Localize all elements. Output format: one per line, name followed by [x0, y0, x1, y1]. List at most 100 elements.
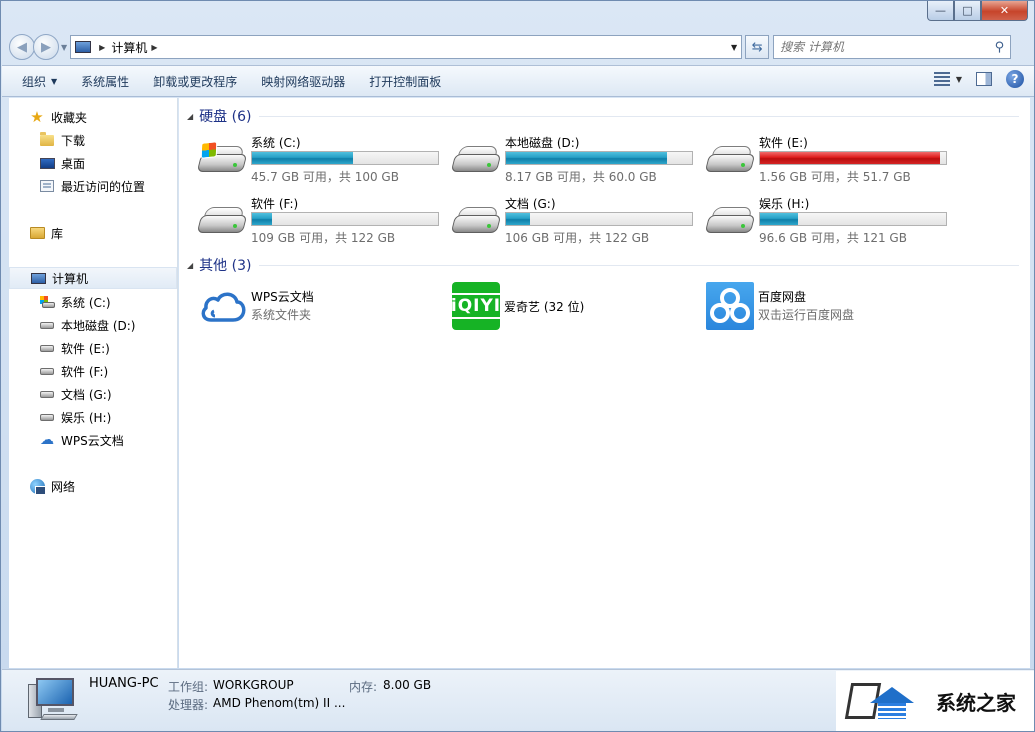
dropdown-arrow-icon: ▼ — [51, 76, 58, 86]
other-group-header[interactable]: ◢ 其他 (3) — [187, 255, 1019, 275]
nav-wps-cloud[interactable]: ☁ WPS云文档 — [9, 429, 124, 451]
explorer-window: — □ ✕ ◀ ▶ ▼ ▶ 计算机 ▶ ▼ ⇆ ⚲ 组织 ▼ 系统属性 卸载或更改… — [0, 0, 1035, 732]
nav-label: 库 — [51, 226, 64, 241]
search-icon[interactable]: ⚲ — [995, 40, 1005, 55]
wps-cloud-icon — [201, 292, 246, 322]
drive-tile-e[interactable]: 软件 (E:) 1.56 GB 可用，共 51.7 GB — [704, 134, 957, 186]
breadcrumb-chevron-icon[interactable]: ▶ — [151, 43, 157, 52]
item-name: WPS云文档 — [251, 290, 314, 304]
back-arrow-icon: ◀ — [17, 39, 27, 55]
drive-usage-bar — [759, 212, 947, 226]
address-history-dropdown[interactable]: ▼ — [731, 43, 737, 52]
recent-pages-dropdown[interactable]: ▼ — [61, 43, 67, 52]
download-folder-icon — [39, 131, 55, 148]
nav-downloads[interactable]: 下载 — [9, 129, 85, 151]
nav-drive-c[interactable]: 系统 (C:) — [9, 291, 111, 313]
system-drive-icon — [39, 294, 55, 310]
uninstall-program-button[interactable]: 卸载或更改程序 — [141, 69, 249, 93]
details-pane: HUANG-PC 工作组: WORKGROUP 内存: 8.00 GB 处理器:… — [2, 669, 1034, 731]
nav-label: 下载 — [61, 133, 86, 148]
watermark-logo — [844, 679, 936, 723]
nav-desktop[interactable]: 桌面 — [9, 152, 85, 174]
change-view-icon[interactable] — [933, 72, 950, 86]
memory-value: 8.00 GB — [383, 678, 432, 692]
group-title: 硬盘 (6) — [199, 109, 252, 125]
watermark-text: 系统之家 — [936, 690, 1016, 715]
hard-drive-icon — [450, 142, 502, 180]
nav-label: 网络 — [51, 479, 76, 494]
preview-pane-icon[interactable] — [976, 72, 992, 86]
maximize-button[interactable]: □ — [954, 1, 981, 21]
help-icon[interactable]: ? — [1006, 70, 1024, 88]
hard-disks-group-header[interactable]: ◢ 硬盘 (6) — [187, 106, 1019, 126]
drive-name: 文档 (G:) — [505, 197, 556, 211]
desktop-icon — [39, 155, 55, 171]
drive-name: 本地磁盘 (D:) — [505, 136, 580, 150]
system-properties-button[interactable]: 系统属性 — [69, 69, 141, 93]
refresh-button[interactable]: ⇆ — [745, 35, 770, 59]
nav-label: 软件 (E:) — [61, 341, 110, 356]
drive-usage-bar — [251, 212, 439, 226]
drive-tile-h[interactable]: 娱乐 (H:) 96.6 GB 可用，共 121 GB — [704, 195, 957, 247]
drive-space-info: 8.17 GB 可用，共 60.0 GB — [505, 170, 657, 184]
watermark: 系统之家 — [836, 671, 1034, 731]
nav-recent-places[interactable]: 最近访问的位置 — [9, 175, 145, 197]
group-divider — [259, 115, 1019, 117]
organize-menu[interactable]: 组织 ▼ — [10, 69, 69, 93]
library-icon — [29, 225, 45, 241]
forward-button[interactable]: ▶ — [33, 34, 59, 60]
close-button[interactable]: ✕ — [981, 1, 1028, 21]
drive-name: 软件 (F:) — [251, 197, 299, 211]
caption-buttons: — □ ✕ — [927, 1, 1028, 21]
breadcrumb-computer[interactable]: 计算机 — [111, 39, 147, 56]
view-options-dropdown[interactable]: ▼ — [956, 75, 962, 84]
drive-tile-c[interactable]: 系统 (C:) 45.7 GB 可用，共 100 GB — [196, 134, 449, 186]
drive-space-info: 106 GB 可用，共 122 GB — [505, 231, 650, 245]
iqiyi-item[interactable]: iQIYI 爱奇艺 (32 位) — [445, 282, 692, 332]
nav-label: 本地磁盘 (D:) — [61, 318, 136, 333]
nav-libraries[interactable]: 库 — [9, 222, 63, 244]
command-bar: 组织 ▼ 系统属性 卸载或更改程序 映射网络驱动器 打开控制面板 ▼ ? — [2, 65, 1034, 97]
network-icon — [29, 478, 46, 495]
group-divider — [259, 264, 1019, 266]
nav-computer[interactable]: 计算机 — [9, 267, 177, 289]
nav-drive-e[interactable]: 软件 (E:) — [9, 337, 110, 359]
address-bar[interactable]: ▶ 计算机 ▶ ▼ — [70, 35, 743, 59]
nav-network[interactable]: 网络 — [9, 475, 75, 497]
back-button[interactable]: ◀ — [9, 34, 35, 60]
drive-space-info: 45.7 GB 可用，共 100 GB — [251, 170, 399, 184]
nav-favorites[interactable]: ★ 收藏夹 — [9, 106, 87, 128]
refresh-icon: ⇆ — [751, 39, 763, 55]
system-hard-drive-icon — [196, 141, 248, 180]
collapse-triangle-icon[interactable]: ◢ — [187, 261, 193, 270]
item-name: 百度网盘 — [758, 290, 807, 304]
pc-name: HUANG-PC — [89, 676, 159, 691]
open-control-panel-button[interactable]: 打开控制面板 — [357, 69, 453, 93]
baidu-netdisk-item[interactable]: 百度网盘 双击运行百度网盘 — [706, 282, 946, 332]
nav-drive-h[interactable]: 娱乐 (H:) — [9, 406, 111, 428]
baidu-netdisk-icon — [706, 282, 754, 330]
nav-label: WPS云文档 — [61, 433, 124, 448]
recent-places-icon — [39, 178, 55, 194]
search-box[interactable]: ⚲ — [773, 35, 1012, 59]
workgroup-label: 工作组: — [168, 680, 209, 694]
map-network-drive-button[interactable]: 映射网络驱动器 — [249, 69, 357, 93]
memory-label: 内存: — [349, 680, 378, 694]
breadcrumb-chevron-icon[interactable]: ▶ — [99, 43, 105, 52]
item-description: 系统文件夹 — [251, 308, 312, 322]
drive-tile-f[interactable]: 软件 (F:) 109 GB 可用，共 122 GB — [196, 195, 449, 247]
nav-drive-g[interactable]: 文档 (G:) — [9, 383, 112, 405]
computer-icon — [30, 270, 46, 286]
wps-cloud-docs-item[interactable]: WPS云文档 系统文件夹 — [199, 282, 439, 332]
computer-icon — [28, 678, 78, 722]
minimize-button[interactable]: — — [927, 1, 954, 21]
nav-drive-f[interactable]: 软件 (F:) — [9, 360, 108, 382]
drive-space-info: 96.6 GB 可用，共 121 GB — [759, 231, 907, 245]
group-title: 其他 (3) — [199, 258, 252, 274]
collapse-triangle-icon[interactable]: ◢ — [187, 112, 193, 121]
search-input[interactable] — [780, 40, 995, 54]
drive-tile-g[interactable]: 文档 (G:) 106 GB 可用，共 122 GB — [450, 195, 703, 247]
workgroup-value: WORKGROUP — [213, 678, 294, 692]
drive-tile-d[interactable]: 本地磁盘 (D:) 8.17 GB 可用，共 60.0 GB — [450, 134, 703, 186]
nav-drive-d[interactable]: 本地磁盘 (D:) — [9, 314, 135, 336]
